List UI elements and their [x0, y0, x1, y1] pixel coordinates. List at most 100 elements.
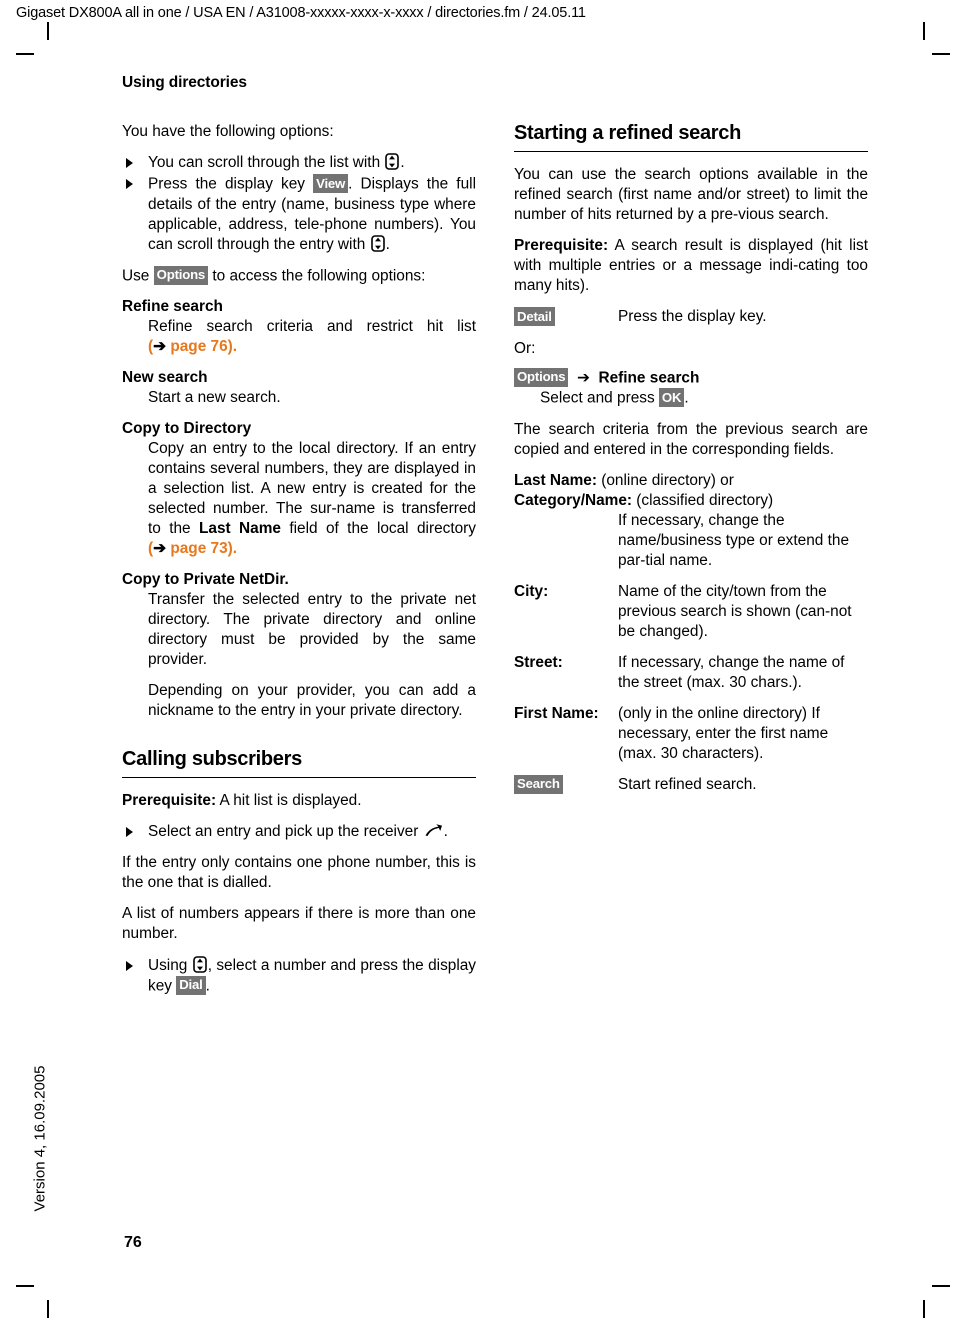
xref-label: page 73 [170, 540, 228, 558]
control-key-icon [370, 234, 385, 252]
bullet-1-text-before: You can scroll through the list with [148, 154, 385, 172]
option-refine-search: Refine search Refine search criteria and… [122, 297, 476, 357]
field-description: (only in the online directory) If necess… [618, 704, 829, 762]
field-term: Street: [514, 653, 563, 671]
bullet-2-text-end: . [385, 235, 390, 253]
page-number: 76 [124, 1234, 142, 1251]
arrow-icon: ➔ [576, 369, 590, 387]
option-description: Transfer the selected entry to the priva… [148, 591, 476, 669]
left-column: You have the following options: You can … [122, 122, 476, 1007]
display-key-options[interactable]: Options [514, 367, 569, 387]
cross-reference-page-76[interactable]: (➔ page 76). [148, 338, 237, 355]
field-first-name-row: First Name: (only in the online director… [514, 704, 868, 764]
field-description: If necessary, change the name of the str… [618, 653, 845, 691]
field-last-name: Last Name: (online directory) or [514, 471, 868, 491]
crop-mark-top-right-horizontal [932, 53, 950, 55]
search-key-description: Start refined search. [618, 775, 757, 793]
option-term: New search [122, 369, 208, 387]
list-item: Select an entry and pick up the receiver… [122, 822, 476, 842]
pick-up-receiver-icon [424, 823, 443, 838]
page-body: Using directories You have the following… [122, 74, 868, 1007]
display-key-detail[interactable]: Detail [514, 307, 555, 327]
arrow-icon: ➔ [153, 540, 167, 558]
field-term: First Name: [514, 704, 599, 722]
right-paragraph-2: The search criteria from the previous se… [514, 420, 868, 458]
calling-bullet-list-1: Select an entry and pick up the receiver… [122, 822, 476, 842]
crop-mark-bottom-left-vertical [47, 1300, 49, 1318]
left-intro-paragraph: You have the following options: [122, 123, 334, 140]
field-city-row: City: Name of the city/town from the pre… [514, 582, 868, 642]
field-inline: (classified directory) [632, 491, 774, 509]
bullet-2-text-before: Press the display key [148, 175, 314, 193]
crop-mark-top-left-vertical [47, 22, 49, 40]
bullet-text-before: Select an entry and pick up the receiver [148, 823, 423, 841]
option-desc-text: Refine search criteria and restrict hit … [148, 318, 476, 336]
options-lead-after: to access the following options: [208, 267, 426, 285]
right-paragraph-1: You can use the search options available… [514, 166, 868, 224]
options-lead-before: Use [122, 267, 154, 285]
field-term: Last Name: [514, 471, 597, 489]
prerequisite-label: Prerequisite: [122, 792, 217, 810]
option-desc-mid: field of the local directory [280, 520, 476, 538]
options-refine-search-row: Options ➔ Refine search [514, 367, 868, 389]
option-desc-bold: Last Name [199, 520, 281, 538]
prerequisite-text: A hit list is displayed. [216, 792, 362, 810]
field-term: Category/Name: [514, 491, 633, 509]
crop-mark-bottom-right-vertical [923, 1300, 925, 1318]
option-new-search: New search Start a new search. [122, 368, 476, 408]
prerequisite-label: Prerequisite: [514, 237, 609, 255]
chapter-title: Using directories [122, 74, 247, 91]
display-key-options[interactable]: Options [153, 265, 209, 285]
option-term: Refine search [122, 298, 223, 316]
cross-reference-page-73[interactable]: (➔ page 73). [148, 540, 237, 557]
running-header: Gigaset DX800A all in one / USA EN / A31… [16, 5, 586, 21]
field-name-description: If necessary, change the name/business t… [618, 511, 850, 569]
control-key-icon [192, 955, 207, 973]
detail-key-row: Detail Press the display key. [514, 307, 868, 328]
section-heading-calling-subscribers: Calling subscribers [122, 748, 476, 779]
version-stamp: Version 4, 16.09.2005 [31, 1065, 49, 1212]
crop-mark-top-right-vertical [923, 22, 925, 40]
option-term: Copy to Private NetDir. [122, 571, 289, 589]
options-bullet-list: You can scroll through the list with . P… [122, 153, 476, 255]
option-description-second: Depending on your provider, you can add … [148, 682, 476, 720]
calling-paragraph-2: A list of numbers appears if there is mo… [122, 905, 476, 943]
bullet-text-before: Using [148, 956, 192, 974]
section-heading-starting-refined-search: Starting a refined search [514, 122, 868, 152]
option-copy-to-directory: Copy to Directory Copy an entry to the l… [122, 419, 476, 559]
list-item: Using , select a number and press the di… [122, 955, 476, 997]
bullet-text-after: . [205, 977, 210, 995]
calling-bullet-list-2: Using , select a number and press the di… [122, 955, 476, 997]
field-street-row: Street: If necessary, change the name of… [514, 653, 868, 693]
xref-label: page 76 [170, 338, 228, 356]
display-key-ok[interactable]: OK [658, 388, 685, 408]
crop-mark-bottom-left-horizontal [16, 1285, 34, 1287]
two-column-layout: You have the following options: You can … [122, 122, 868, 1007]
option-description: Refine search criteria and restrict hit … [148, 317, 476, 357]
display-key-search[interactable]: Search [514, 774, 563, 795]
option-term: Copy to Directory [122, 420, 252, 438]
calling-paragraph-1: If the entry only contains one phone num… [122, 854, 476, 892]
list-item: Press the display key View. Displays the… [122, 174, 476, 255]
or-label: Or: [514, 339, 536, 357]
field-inline: (online directory) or [596, 471, 734, 489]
right-prerequisite-paragraph: Prerequisite: A search result is display… [514, 236, 868, 296]
search-key-cell: Search [514, 774, 618, 796]
options-refine-search-subline: Select and press OK. [540, 388, 868, 409]
options-lead-paragraph: Use Options to access the following opti… [122, 265, 476, 287]
field-term: City: [514, 582, 549, 600]
display-key-view[interactable]: View [313, 174, 349, 194]
arrow-icon: ➔ [153, 338, 167, 356]
detail-key-cell: Detail [514, 307, 618, 328]
bullet-1-text-after: . [400, 154, 405, 172]
option-description: Start a new search. [148, 389, 281, 407]
right-column: Starting a refined search You can use th… [514, 122, 868, 806]
crop-mark-bottom-right-horizontal [932, 1285, 950, 1287]
display-key-dial[interactable]: Dial [176, 975, 206, 995]
search-key-row: Search Start refined search. [514, 774, 868, 796]
field-category-name: Category/Name: (classified directory) [514, 491, 868, 511]
refine-search-label: Refine search [598, 369, 700, 387]
list-item: You can scroll through the list with . [122, 153, 476, 173]
detail-key-description: Press the display key. [618, 308, 767, 326]
control-key-icon [385, 153, 400, 170]
